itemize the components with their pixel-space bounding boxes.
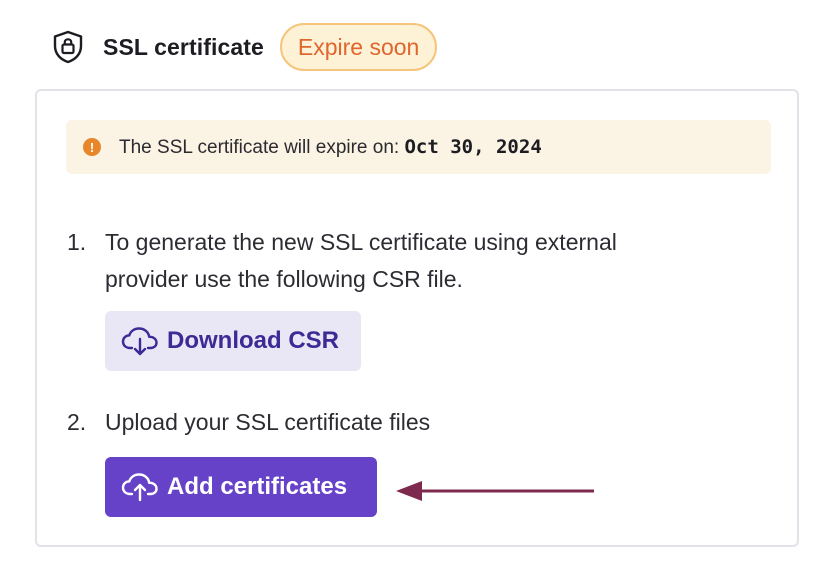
button-label: Download CSR <box>167 327 339 354</box>
page-title: SSL certificate <box>103 33 264 60</box>
certificate-card: ! The SSL certificate will expire on: Oc… <box>35 89 799 547</box>
add-certificates-button[interactable]: Add certificates <box>105 457 377 517</box>
ssl-certificate-panel: SSL certificate Expire soon ! The SSL ce… <box>0 0 824 562</box>
download-csr-button[interactable]: Download CSR <box>105 311 361 371</box>
cloud-download-icon <box>121 327 158 356</box>
step-line: To generate the new SSL certificate usin… <box>105 229 617 255</box>
alert-message: The SSL certificate will expire on: Oct … <box>119 136 542 159</box>
section-header: SSL certificate Expire soon <box>50 20 438 74</box>
alert-text: The SSL certificate will expire on: <box>119 136 400 158</box>
button-label: Add certificates <box>167 473 348 500</box>
step-number: 1. <box>67 229 87 255</box>
shield-lock-icon <box>53 30 83 64</box>
arrow-left-icon <box>396 481 594 501</box>
status-badge: Expire soon <box>279 23 438 71</box>
expiry-alert: ! The SSL certificate will expire on: Oc… <box>66 120 771 174</box>
step-instruction: To generate the new SSL certificate usin… <box>105 224 745 298</box>
step-line: provider use the following CSR file. <box>105 266 463 292</box>
step-instruction: Upload your SSL certificate files <box>105 409 431 435</box>
cloud-upload-icon <box>121 473 158 502</box>
exclamation-circle-icon: ! <box>83 138 101 156</box>
expiry-date: Oct 30, 2024 <box>404 135 542 158</box>
step-number: 2. <box>67 409 87 435</box>
